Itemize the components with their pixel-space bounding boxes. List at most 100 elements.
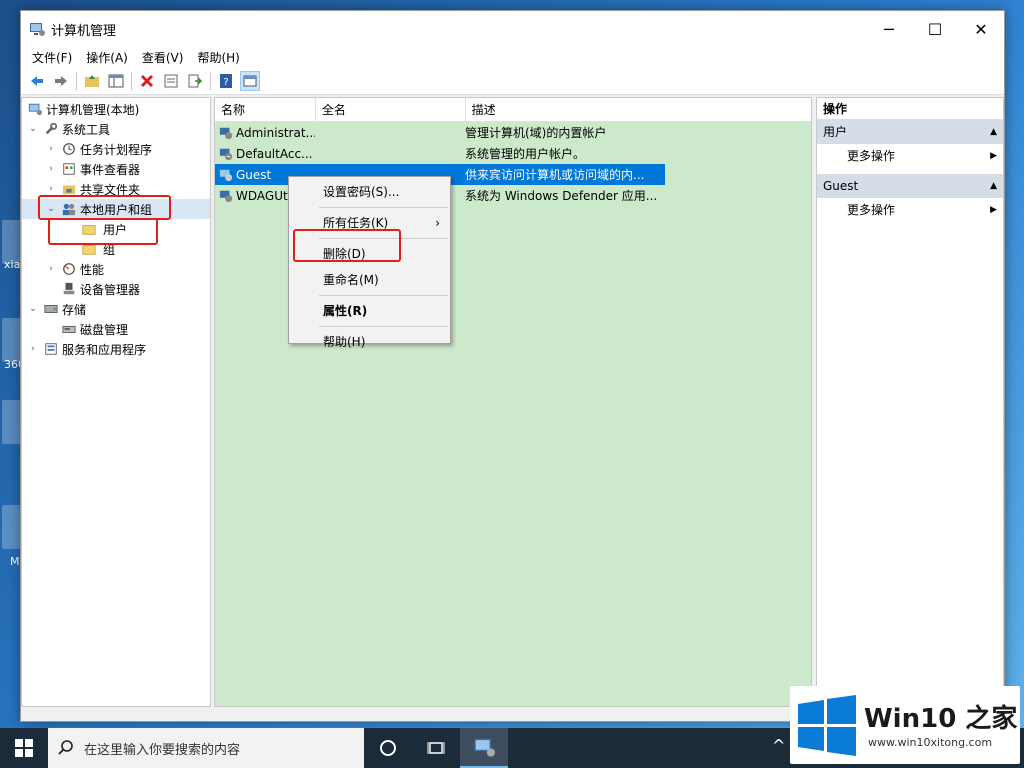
user-description: 管理计算机(域)的内置帐户	[465, 126, 607, 140]
menu-view[interactable]: 查看(V)	[135, 49, 191, 66]
column-header-description[interactable]: 描述	[466, 98, 811, 121]
watermark: Win10 之家 www.win10xitong.com	[790, 686, 1020, 764]
chevron-right-icon[interactable]: ›	[44, 184, 58, 194]
console-tree: 计算机管理(本地) ⌄ 系统工具 › 任务计划程序 › 事件查看器 › 共享文件…	[21, 97, 211, 707]
tree-system-tools[interactable]: ⌄ 系统工具	[22, 119, 210, 139]
menu-item-label: 所有任务(K)	[323, 216, 389, 230]
search-icon	[58, 740, 74, 756]
mmc-icon[interactable]	[240, 70, 260, 91]
column-header-name[interactable]: 名称	[215, 98, 316, 121]
chevron-down-icon[interactable]: ⌄	[26, 124, 40, 134]
menu-item-rename[interactable]: 重命名(M)	[289, 267, 450, 293]
tree-device-manager[interactable]: 设备管理器	[22, 279, 210, 299]
tree-label: 组	[103, 242, 116, 257]
tree-label: 性能	[80, 262, 105, 277]
menu-item-delete[interactable]: 删除(D)	[289, 241, 450, 267]
menu-item-properties[interactable]: 属性(R)	[289, 298, 450, 324]
title-bar[interactable]: 计算机管理 ─ ☐ ✕	[21, 11, 1004, 47]
chevron-right-icon[interactable]: ›	[44, 144, 58, 154]
more-actions-users[interactable]: 更多操作 ▶	[817, 144, 1003, 168]
task-view-icon[interactable]	[412, 728, 460, 768]
tree-label: 系统工具	[62, 122, 111, 137]
chevron-down-icon[interactable]: ⌄	[26, 304, 40, 314]
shared-folder-icon	[61, 181, 77, 197]
section-label: 用户	[823, 125, 848, 139]
collapse-icon[interactable]: ▲	[990, 120, 997, 144]
section-label: Guest	[823, 179, 859, 193]
chevron-right-icon[interactable]: ›	[26, 344, 40, 354]
menu-file[interactable]: 文件(F)	[25, 49, 79, 66]
tree-root[interactable]: 计算机管理(本地)	[22, 99, 210, 119]
maximize-button[interactable]: ☐	[912, 11, 958, 47]
user-icon	[219, 189, 233, 203]
menu-bar: 文件(F) 操作(A) 查看(V) 帮助(H)	[21, 47, 1004, 67]
folder-icon	[81, 221, 97, 237]
more-actions-guest[interactable]: 更多操作 ▶	[817, 198, 1003, 222]
computer-management-taskbar-icon[interactable]	[460, 728, 508, 768]
search-placeholder: 在这里输入你要搜索的内容	[84, 742, 241, 758]
user-description: 系统为 Windows Defender 应用...	[465, 189, 658, 203]
chevron-right-icon[interactable]: ›	[44, 264, 58, 274]
column-header-fullname[interactable]: 全名	[316, 98, 466, 121]
properties-icon[interactable]	[161, 71, 181, 91]
collapse-icon[interactable]: ▲	[990, 174, 997, 198]
chevron-right-icon[interactable]: ›	[44, 164, 58, 174]
performance-icon	[61, 261, 77, 277]
cortana-icon[interactable]	[364, 728, 412, 768]
export-icon[interactable]	[185, 71, 205, 91]
action-label: 更多操作	[847, 149, 896, 163]
watermark-brand: Win10 之家	[864, 704, 1018, 734]
user-icon	[219, 168, 233, 182]
users-group-icon	[61, 201, 77, 217]
user-name: DefaultAcc...	[236, 146, 313, 161]
tree-performance[interactable]: › 性能	[22, 259, 210, 279]
help-icon[interactable]: ?	[216, 71, 236, 91]
menu-separator	[319, 326, 448, 327]
show-tree-icon[interactable]	[106, 71, 126, 91]
menu-action[interactable]: 操作(A)	[79, 49, 135, 66]
action-label: 更多操作	[847, 203, 896, 217]
up-folder-icon[interactable]	[82, 71, 102, 91]
clock-icon	[61, 141, 77, 157]
tree-users[interactable]: 用户	[22, 219, 210, 239]
tree-groups[interactable]: 组	[22, 239, 210, 259]
tree-local-users-groups[interactable]: ⌄ 本地用户和组	[22, 199, 210, 219]
start-button[interactable]	[0, 728, 48, 768]
actions-section-users[interactable]: 用户 ▲	[817, 120, 1003, 144]
desktop-icon[interactable]	[2, 505, 22, 549]
menu-item-help[interactable]: 帮助(H)	[289, 329, 450, 355]
forward-icon[interactable]	[51, 71, 71, 91]
minimize-button[interactable]: ─	[866, 11, 912, 47]
desktop-icon[interactable]	[2, 400, 22, 444]
actions-header: 操作	[817, 98, 1003, 120]
table-row[interactable]: DefaultAcc... 系统管理的用户帐户。	[215, 143, 811, 164]
computer-management-icon	[27, 101, 43, 117]
desktop-label: xia	[4, 258, 21, 271]
tree-storage[interactable]: ⌄ 存储	[22, 299, 210, 319]
close-button[interactable]: ✕	[958, 11, 1004, 47]
tree-services-apps[interactable]: › 服务和应用程序	[22, 339, 210, 359]
user-icon	[219, 126, 233, 140]
back-icon[interactable]	[27, 71, 47, 91]
desktop-label: M	[10, 555, 20, 568]
taskbar-search[interactable]: 在这里输入你要搜索的内容	[48, 728, 364, 768]
chevron-down-icon[interactable]: ⌄	[44, 204, 58, 214]
menu-help[interactable]: 帮助(H)	[190, 49, 246, 66]
actions-section-guest[interactable]: Guest ▲	[817, 174, 1003, 198]
tree-task-scheduler[interactable]: › 任务计划程序	[22, 139, 210, 159]
tree-disk-management[interactable]: 磁盘管理	[22, 319, 210, 339]
delete-icon[interactable]	[137, 71, 157, 91]
menu-separator	[319, 295, 448, 296]
menu-item-all-tasks[interactable]: 所有任务(K) ›	[289, 210, 450, 236]
desktop-icon[interactable]	[2, 318, 22, 362]
computer-management-icon	[29, 21, 45, 37]
user-icon	[219, 147, 233, 161]
tree-label: 计算机管理(本地)	[46, 102, 140, 117]
tray-chevron-icon[interactable]: ^	[772, 736, 785, 755]
user-name: Administrat...	[236, 125, 315, 140]
menu-item-set-password[interactable]: 设置密码(S)...	[289, 179, 450, 205]
table-row[interactable]: Administrat... 管理计算机(域)的内置帐户	[215, 122, 811, 143]
tree-event-viewer[interactable]: › 事件查看器	[22, 159, 210, 179]
svg-text:?: ?	[223, 77, 228, 88]
tree-shared-folders[interactable]: › 共享文件夹	[22, 179, 210, 199]
